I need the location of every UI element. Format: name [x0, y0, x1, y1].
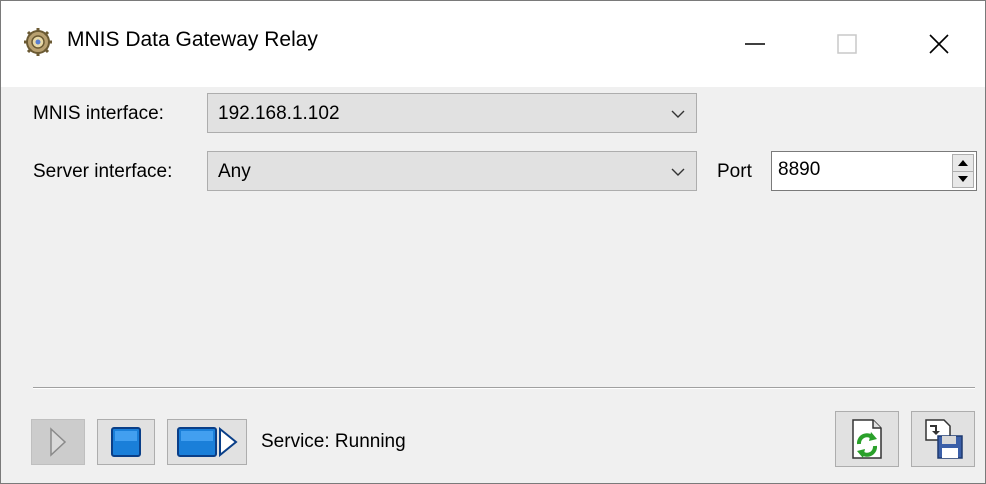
close-button[interactable]	[893, 1, 985, 87]
maximize-icon	[837, 34, 857, 54]
spin-down-button[interactable]	[953, 171, 973, 187]
gear-icon	[24, 28, 52, 56]
service-status: Service: Running	[261, 431, 406, 452]
play-icon	[50, 427, 67, 457]
minimize-button[interactable]	[709, 1, 801, 87]
refresh-button[interactable]	[835, 411, 899, 467]
spin-up-button[interactable]	[953, 155, 973, 172]
chevron-down-icon	[671, 110, 685, 118]
window-title: MNIS Data Gateway Relay	[67, 28, 318, 51]
caret-down-icon	[958, 176, 968, 182]
mnis-interface-label: MNIS interface:	[33, 103, 164, 124]
mnis-interface-value: 192.168.1.102	[218, 103, 340, 124]
mnis-interface-select[interactable]: 192.168.1.102	[207, 93, 697, 133]
port-value: 8890	[778, 159, 821, 180]
separator	[33, 387, 975, 389]
restart-button[interactable]	[167, 419, 247, 465]
caret-up-icon	[958, 160, 968, 166]
stop-button[interactable]	[97, 419, 155, 465]
save-button[interactable]	[911, 411, 975, 467]
server-interface-label: Server interface:	[33, 161, 173, 182]
main-window: MNIS Data Gateway Relay MNIS interface: …	[0, 0, 986, 484]
port-spin-buttons	[952, 154, 974, 188]
port-label: Port	[717, 161, 752, 182]
chevron-down-icon	[671, 168, 685, 176]
server-interface-value: Any	[218, 161, 251, 182]
start-button[interactable]	[31, 419, 85, 465]
stop-play-icon	[177, 426, 238, 458]
close-icon	[929, 34, 949, 54]
maximize-button	[801, 1, 893, 87]
save-icon	[925, 419, 963, 459]
minimize-icon	[745, 43, 765, 45]
port-stepper[interactable]: 8890	[771, 151, 977, 191]
server-interface-select[interactable]: Any	[207, 151, 697, 191]
refresh-document-icon	[852, 419, 882, 459]
stop-icon	[111, 427, 141, 457]
title-bar[interactable]: MNIS Data Gateway Relay	[1, 1, 985, 87]
